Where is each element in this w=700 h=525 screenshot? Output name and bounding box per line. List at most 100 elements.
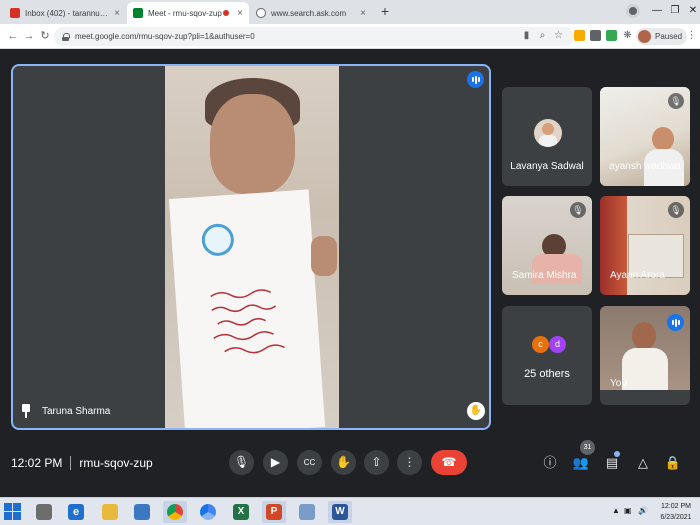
tab-title: www.search.ask.com (271, 8, 347, 18)
main-participant-name: Taruna Sharma (21, 404, 110, 418)
speaking-indicator-icon (667, 314, 684, 331)
zoom-icon[interactable]: ⌕ (536, 29, 549, 42)
others-tile[interactable]: c d 25 others (502, 306, 592, 405)
tab-title: Meet - rmu-sqov-zup (148, 8, 222, 18)
taskbar-app-explorer[interactable] (32, 501, 56, 523)
speaking-indicator-icon (467, 71, 484, 88)
host-controls-shield-icon[interactable]: 🔒 (664, 454, 682, 472)
mic-off-icon: 🎙 (570, 202, 586, 218)
raise-hand-button[interactable]: ✋ (331, 450, 356, 475)
taskbar-app-chrome[interactable] (163, 501, 187, 523)
camera-button[interactable]: ▶ (263, 450, 288, 475)
tab-meet[interactable]: Meet - rmu-sqov-zup × (127, 2, 249, 24)
self-tile[interactable]: You (600, 306, 690, 405)
card-drawing (200, 222, 235, 257)
taskbar-app-excel[interactable]: X (229, 501, 253, 523)
paused-label: Paused (655, 32, 683, 41)
activities-icon[interactable]: △ (634, 454, 652, 472)
taskbar-app-chrome-2[interactable] (196, 501, 220, 523)
end-call-button[interactable]: ☎ (431, 450, 467, 475)
tab-gmail[interactable]: Inbox (402) - tarannum@theindi × (4, 2, 126, 24)
tab-title: Inbox (402) - tarannum@theindi (25, 8, 110, 18)
video-figure (652, 127, 674, 151)
divider (70, 456, 72, 470)
clock-time: 12:02 PM (661, 503, 691, 510)
gmail-icon (10, 8, 20, 18)
participant-tile[interactable]: 🎙 Ayaan Arora (600, 196, 690, 295)
tray-arrow-icon[interactable]: ▲ (612, 506, 620, 515)
taskbar-app-word[interactable]: W (328, 501, 352, 523)
others-count-label: 25 others (524, 368, 570, 380)
windows-start-icon[interactable] (4, 503, 22, 521)
video-figure (210, 94, 295, 194)
participant-tile[interactable]: Lavanya Sadwal (502, 87, 592, 186)
taskbar-app-media[interactable] (130, 501, 154, 523)
reload-icon[interactable]: ↻ (38, 29, 52, 43)
mic-off-icon: 🎙 (668, 202, 684, 218)
back-arrow-icon[interactable]: ← (6, 29, 20, 43)
close-window-button[interactable]: ✕ (682, 2, 700, 20)
new-tab-button[interactable]: + (376, 3, 394, 21)
people-icon[interactable]: 👥 (572, 454, 590, 472)
avatar (638, 30, 651, 43)
clock-date: 6/23/2021 (660, 514, 692, 521)
participant-tile[interactable]: 🎙 Samira Mishra (502, 196, 592, 295)
camera-in-use-icon[interactable]: ▮ (520, 29, 533, 42)
extensions-puzzle-icon[interactable]: ❋ (621, 29, 634, 42)
browser-toolbar: ← → ↻ meet.google.com/rmu-sqov-zup?pli=1… (0, 24, 700, 49)
avatar: d (549, 336, 566, 353)
pin-icon[interactable] (21, 404, 31, 418)
taskbar-app-powerpoint[interactable]: P (262, 501, 286, 523)
participant-count-badge: 31 (580, 440, 595, 455)
close-tab-icon[interactable]: × (110, 8, 120, 19)
mic-off-icon: 🎙 (668, 93, 684, 109)
lock-icon (62, 32, 70, 41)
profile-paused-button[interactable]: Paused (636, 28, 688, 45)
participant-name: You (610, 378, 627, 389)
meeting-info-icon[interactable]: ⓘ (541, 454, 559, 472)
profile-circle-icon[interactable] (626, 4, 640, 18)
network-icon[interactable]: ▣ (624, 506, 632, 515)
address-bar[interactable]: meet.google.com/rmu-sqov-zup?pli=1&authu… (54, 27, 574, 46)
menu-kebab-icon[interactable]: ⋮ (685, 29, 698, 42)
more-options-button[interactable]: ⋮ (397, 450, 422, 475)
meet-icon (133, 8, 143, 18)
extension-icon[interactable] (574, 30, 585, 41)
handmade-card (168, 189, 326, 428)
globe-icon (256, 8, 266, 18)
participant-name: Lavanya Sadwal (510, 161, 584, 172)
meet-stage: Taruna Sharma ✋ Lavanya Sadwal 🎙 ayansh … (0, 50, 700, 497)
microphone-button[interactable]: 🎙 (229, 450, 254, 475)
recording-dot-icon (223, 10, 230, 16)
browser-tab-strip: Inbox (402) - tarannum@theindi × Meet - … (0, 0, 700, 24)
participant-name: Taruna Sharma (42, 405, 111, 417)
participant-tile[interactable]: 🎙 ayansh wadhwa (600, 87, 690, 186)
participant-name: ayansh wadhwa (609, 161, 681, 172)
close-tab-icon[interactable]: × (356, 8, 366, 19)
forward-arrow-icon[interactable]: → (22, 29, 36, 43)
participant-video (165, 66, 339, 428)
url-text: meet.google.com/rmu-sqov-zup?pli=1&authu… (75, 32, 255, 41)
card-handwriting (210, 289, 285, 354)
close-tab-icon[interactable]: × (233, 8, 243, 19)
main-video-tile[interactable]: Taruna Sharma ✋ (11, 64, 491, 430)
taskbar-app-edge[interactable]: e (64, 501, 88, 523)
meeting-time: 12:02 PM (11, 456, 63, 470)
volume-icon[interactable]: 🔊 (638, 506, 648, 515)
raised-hand-icon: ✋ (467, 402, 485, 420)
meet-control-bar: 12:02 PM rmu-sqov-zup 🎙 ▶ CC ✋ ⇧ ⋮ ☎ ⓘ 3… (0, 440, 700, 492)
taskbar-app-other[interactable] (295, 501, 319, 523)
video-figure (632, 322, 656, 350)
present-button[interactable]: ⇧ (364, 450, 389, 475)
system-clock[interactable]: 12:02 PM 6/23/2021 (656, 501, 696, 523)
participant-name: Ayaan Arora (610, 270, 665, 281)
meeting-code: rmu-sqov-zup (79, 456, 153, 470)
video-figure (311, 236, 337, 276)
avatar: c (532, 336, 549, 353)
bookmark-star-icon[interactable]: ☆ (552, 29, 565, 42)
taskbar-app-folder[interactable] (98, 501, 122, 523)
tab-search[interactable]: www.search.ask.com × (250, 2, 372, 24)
captions-button[interactable]: CC (297, 450, 322, 475)
extension-icon[interactable] (590, 30, 601, 41)
extension-icon[interactable] (606, 30, 617, 41)
